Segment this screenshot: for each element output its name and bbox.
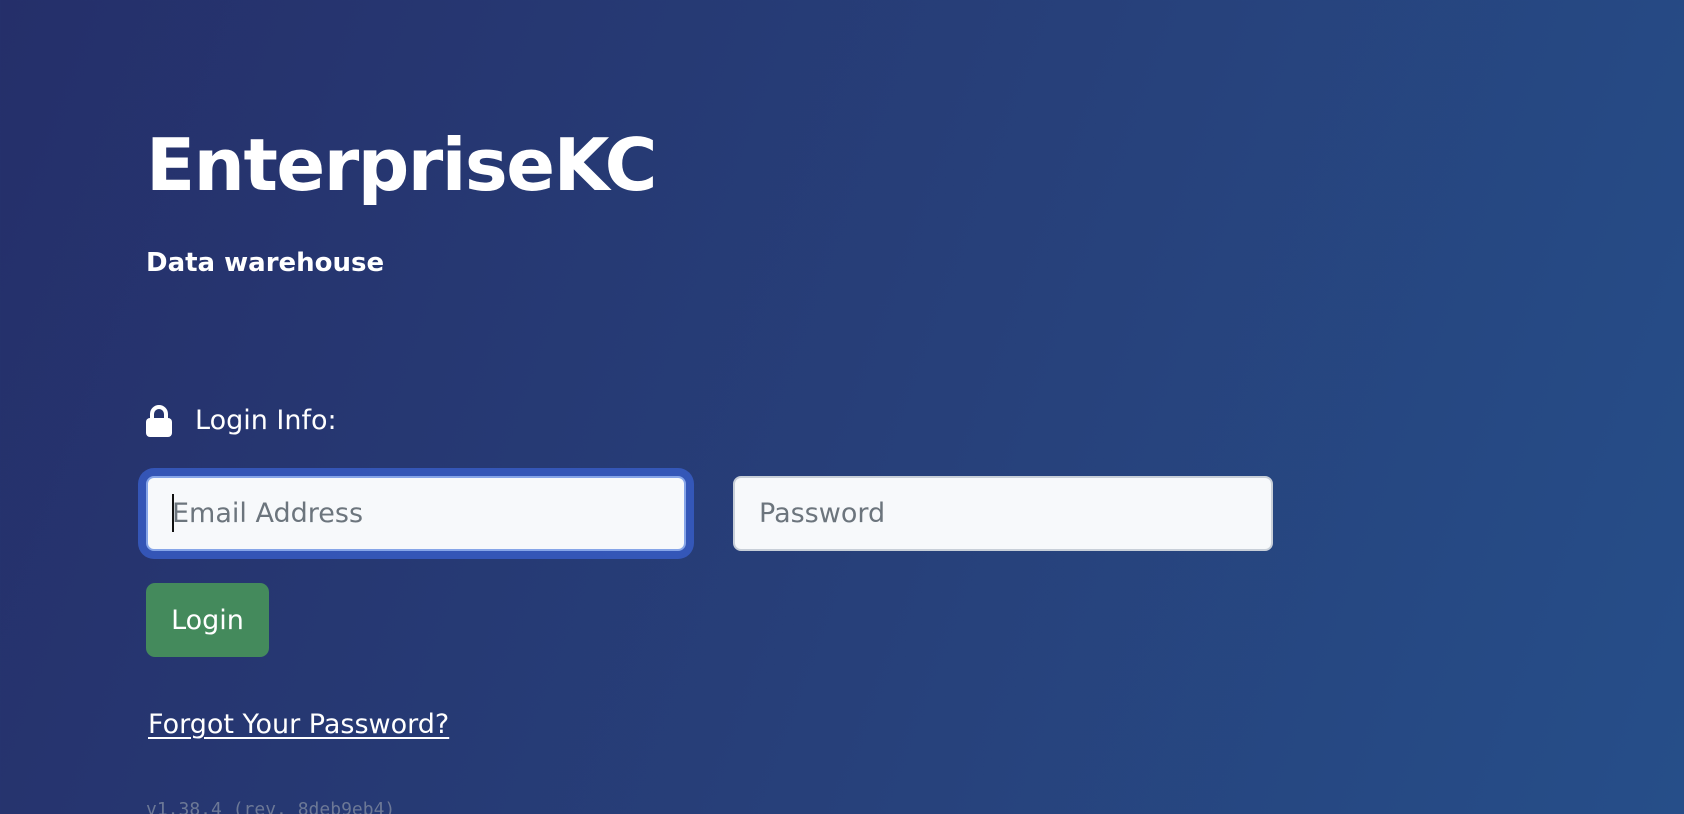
app-title: EnterpriseKC <box>146 123 658 207</box>
password-field[interactable] <box>733 476 1273 551</box>
email-field[interactable] <box>146 476 686 551</box>
forgot-password-link[interactable]: Forgot Your Password? <box>148 707 449 743</box>
login-page: EnterpriseKC Data warehouse Login Info: … <box>146 0 1546 814</box>
login-heading: Login Info: <box>146 403 337 439</box>
login-button[interactable]: Login <box>146 583 269 657</box>
login-heading-label: Login Info: <box>195 405 337 436</box>
app-subtitle: Data warehouse <box>146 248 385 278</box>
lock-icon <box>146 405 172 437</box>
text-caret <box>172 494 174 532</box>
version-label: v1.38.4 (rev. 8deb9eb4) <box>146 799 396 814</box>
